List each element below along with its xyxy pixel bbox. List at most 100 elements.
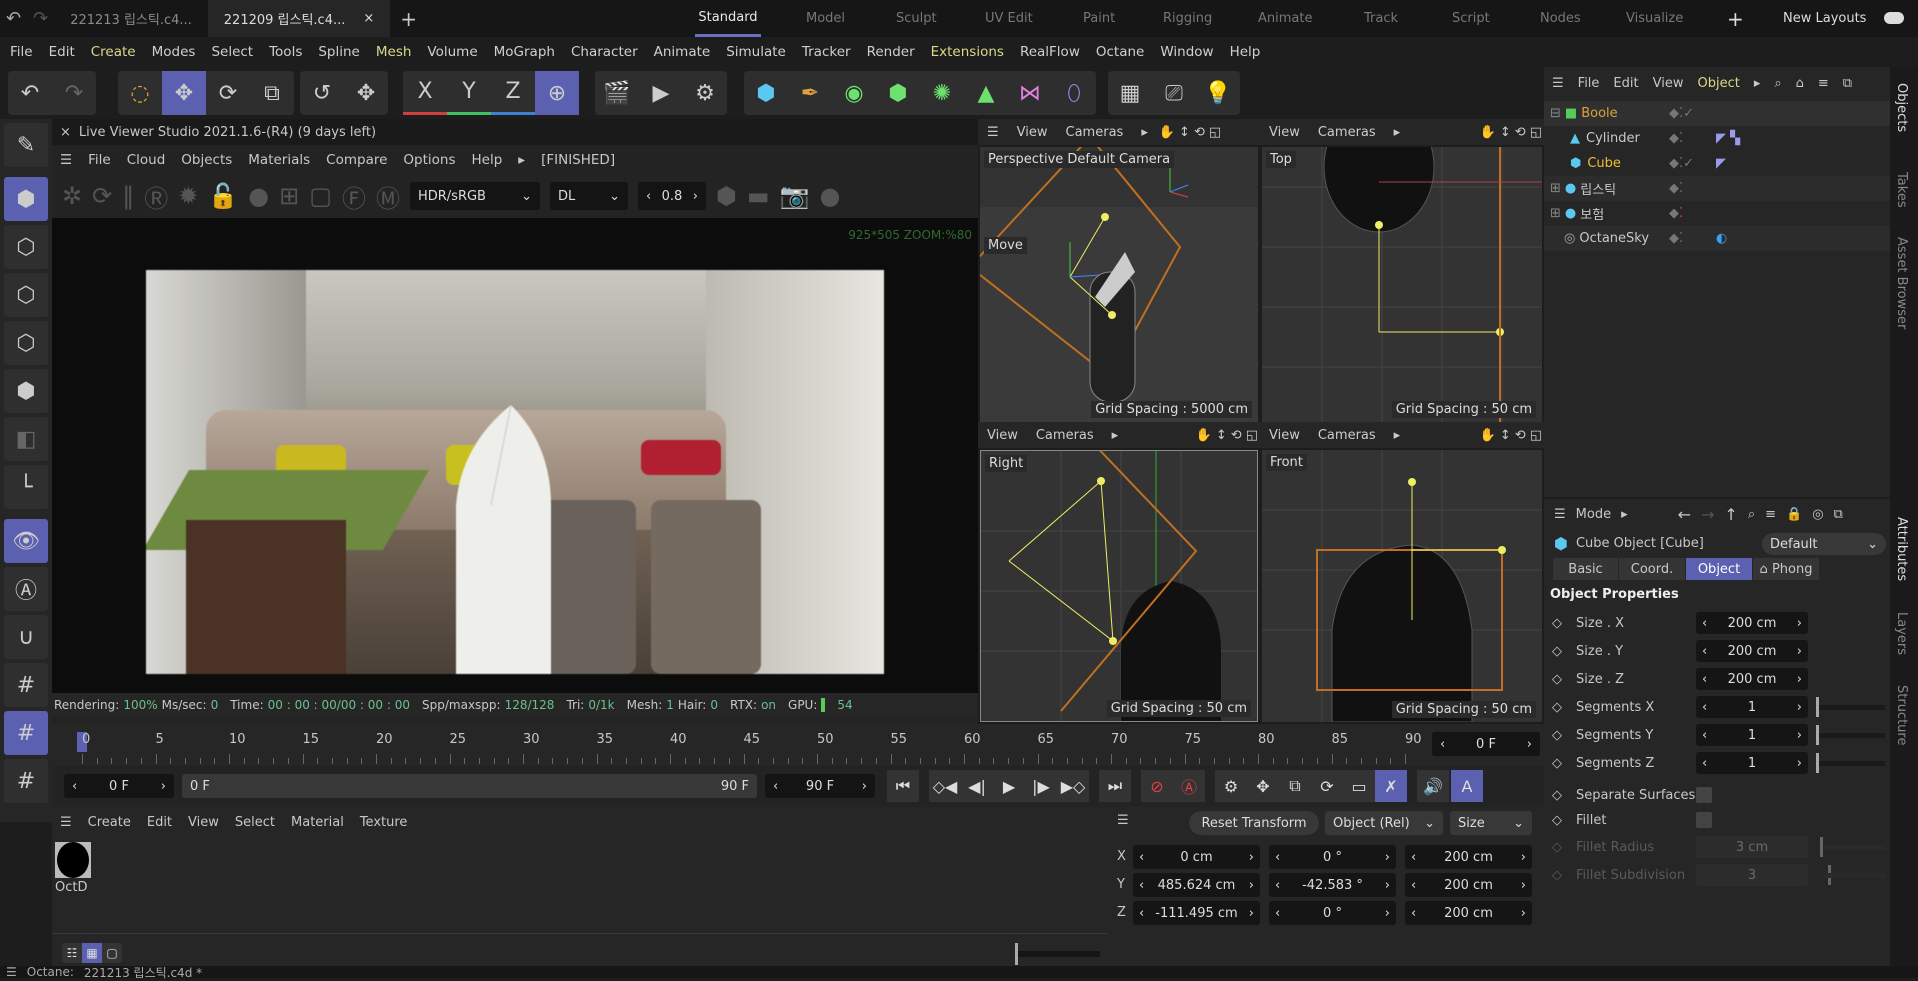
lv-menu-objects[interactable]: Objects [173, 152, 240, 168]
viewport-top[interactable]: View Cameras ▸ ✋ ↕ ⟲ ◱ Top Grid Spacing : 50 c… [1260, 119, 1544, 422]
axis-icon[interactable]: ✥ [344, 71, 388, 115]
key-settings-icon[interactable]: ⚙ [1215, 770, 1247, 802]
viewport-perspective[interactable]: ☰ View Cameras ▸ ✋ ↕ ⟲ ◱ Perspective Default Ca… [978, 119, 1260, 422]
property-field[interactable]: ‹ 200 cm › [1696, 612, 1808, 634]
next-frame-icon[interactable]: |▶ [1025, 770, 1057, 802]
menu-edit[interactable]: Edit [41, 44, 83, 60]
hamburger-icon[interactable]: ☰ [1552, 76, 1564, 91]
menu-realflow[interactable]: RealFlow [1012, 44, 1088, 60]
current-frame-field[interactable]: ‹ 0 F › [1432, 732, 1540, 756]
coord-pos-field[interactable]: ‹ -111.495 cm › [1133, 901, 1260, 925]
vp-cameras-menu[interactable]: Cameras [1057, 125, 1133, 140]
cube-icon[interactable]: ⬢ [744, 71, 788, 115]
search-icon[interactable]: ⌕ [1748, 507, 1755, 522]
tab-object[interactable]: Object [1686, 558, 1752, 580]
menu-extensions[interactable]: Extensions [923, 44, 1012, 60]
render-settings-icon[interactable]: ⚙ [683, 71, 727, 115]
hamburger-icon[interactable]: ☰ [60, 815, 72, 830]
tab-basic[interactable]: Basic [1553, 558, 1618, 580]
orbit-icon[interactable]: ⟲ [1513, 125, 1528, 140]
sphere-icon[interactable]: ● [248, 182, 269, 210]
axis-mode-icon[interactable]: └ [4, 465, 48, 509]
layout-rigging[interactable]: Rigging [1163, 0, 1212, 37]
object-row-octanesky[interactable]: ◎ OctaneSky ◆⁚ ◐ [1544, 226, 1890, 251]
menu-tools[interactable]: Tools [261, 44, 310, 60]
keyframe-diamond-icon[interactable]: ◇ [1544, 672, 1570, 687]
chevron-right-icon[interactable]: ▸ [1385, 125, 1410, 140]
visibility-icon[interactable]: ◆⁚ [1669, 231, 1683, 246]
render-view-icon[interactable]: 🎬 [595, 71, 639, 115]
chevron-right-icon[interactable]: ▸ [1385, 428, 1410, 443]
layout-standard[interactable]: Standard [695, 0, 761, 37]
orbit-icon[interactable]: ⟲ [1192, 125, 1207, 140]
mat-menu-material[interactable]: Material [291, 815, 344, 830]
page-view-icon[interactable]: ▢ [102, 943, 122, 963]
colorspace-select[interactable]: HDR/sRGB ⌄ [409, 182, 540, 210]
z-axis-lock-icon[interactable]: Z [491, 71, 535, 115]
mat-menu-view[interactable]: View [188, 815, 219, 830]
search-icon[interactable]: ⌕ [1774, 76, 1781, 91]
hamburger-icon[interactable]: ☰ [52, 152, 80, 168]
om-menu-view[interactable]: View [1653, 76, 1684, 91]
vp-view-menu[interactable]: View [1260, 428, 1309, 443]
mat-menu-edit[interactable]: Edit [147, 815, 172, 830]
go-to-start-icon[interactable]: ⏮ [887, 770, 919, 802]
vp-view-menu[interactable]: View [1008, 125, 1057, 140]
chevron-right-icon[interactable]: ▸ [510, 152, 533, 168]
frame-range-slider[interactable]: 0 F 90 F [182, 774, 757, 798]
coord-rot-field[interactable]: ‹ 0 ° › [1269, 901, 1396, 925]
model-mode-icon[interactable]: ⬢ [4, 177, 48, 221]
prev-key-icon[interactable]: ◇◀ [929, 770, 961, 802]
lv-menu-file[interactable]: File [80, 152, 119, 168]
subdivision-icon[interactable]: ◉ [832, 71, 876, 115]
transform-icon[interactable]: ↺ [300, 71, 344, 115]
add-tab-icon[interactable]: + [390, 7, 427, 31]
property-field[interactable]: ‹ 200 cm › [1696, 668, 1808, 690]
magnet-icon[interactable]: ∪ [4, 615, 48, 659]
points-mode-icon[interactable]: ⬡ [4, 273, 48, 317]
mat-menu-create[interactable]: Create [88, 815, 131, 830]
key-scale-icon[interactable]: ⧉ [1279, 770, 1311, 802]
key-position-icon[interactable]: ✥ [1247, 770, 1279, 802]
live-selection-icon[interactable]: ◌ [118, 71, 162, 115]
pen-icon[interactable]: ✒ [788, 71, 832, 115]
vp-cameras-menu[interactable]: Cameras [1309, 428, 1385, 443]
maximize-icon[interactable]: ◱ [1528, 428, 1544, 443]
extrude-icon[interactable]: ⬢ [876, 71, 920, 115]
preset-select[interactable]: Default ⌄ [1762, 533, 1886, 555]
settings-icon[interactable]: ✹ [178, 182, 198, 210]
record-keys-icon[interactable]: ⊘ [1141, 770, 1173, 802]
tag-icon[interactable]: ◤ ▚ [1716, 131, 1740, 146]
chevron-right-icon[interactable]: ▸ [1103, 428, 1128, 443]
orbit-icon[interactable]: ⟲ [1229, 428, 1244, 443]
target-icon[interactable]: ◎ [1812, 507, 1823, 522]
tab-phong[interactable]: ⌂ Phong [1753, 558, 1819, 580]
pan-icon[interactable]: ✋ [1194, 428, 1214, 443]
render-picture-viewer-icon[interactable]: ▶ [639, 71, 683, 115]
dolly-icon[interactable]: ↕ [1214, 428, 1229, 443]
list-view-icon[interactable]: ☷ [62, 943, 82, 963]
dolly-icon[interactable]: ↕ [1498, 428, 1513, 443]
scale-icon[interactable]: ⧉ [250, 71, 294, 115]
rect-icon[interactable]: ▬ [747, 182, 770, 210]
side-tab-structure[interactable]: Structure [1894, 685, 1909, 745]
prev-frame-icon[interactable]: ◀| [961, 770, 993, 802]
lv-menu-materials[interactable]: Materials [240, 152, 318, 168]
menu-file[interactable]: File [2, 44, 41, 60]
start-frame-field[interactable]: ‹ 0 F › [64, 774, 174, 798]
coord-mode-select[interactable]: Object (Rel) ⌄ [1325, 811, 1443, 835]
vp-cameras-menu[interactable]: Cameras [1027, 428, 1103, 443]
coord-pos-field[interactable]: ‹ 0 cm › [1133, 845, 1260, 869]
menu-animate[interactable]: Animate [646, 44, 719, 60]
grid-view-icon[interactable]: ▦ [82, 943, 102, 963]
coord-size-field[interactable]: ‹ 200 cm › [1405, 845, 1532, 869]
autokey-icon[interactable]: Ⓐ [1173, 770, 1205, 802]
menu-window[interactable]: Window [1152, 44, 1221, 60]
camera-icon[interactable]: ⎚ [1152, 71, 1196, 115]
filter-icon[interactable]: ≡ [1818, 76, 1829, 91]
lock-icon[interactable]: 🔓 [208, 182, 238, 210]
mesh-mode-icon[interactable]: ⬡ [4, 225, 48, 269]
lv-menu-help[interactable]: Help [464, 152, 511, 168]
dolly-icon[interactable]: ↕ [1177, 125, 1192, 140]
toggle-switch[interactable] [1884, 12, 1904, 24]
